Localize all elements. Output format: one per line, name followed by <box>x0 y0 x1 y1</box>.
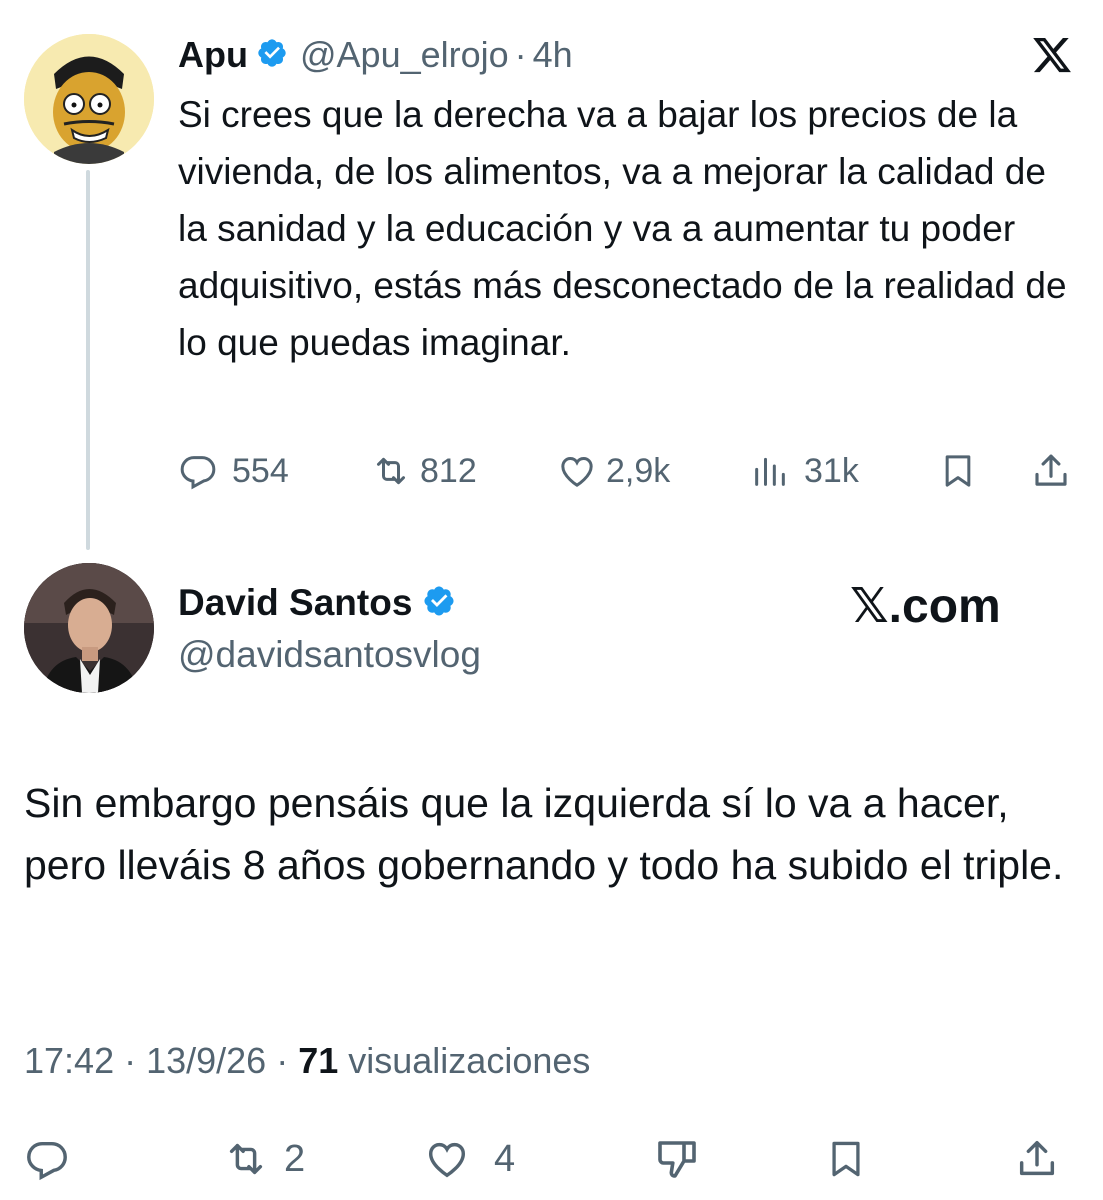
tweet-actions: 554 812 2,9k 31k <box>178 446 1078 496</box>
retweet-count: 812 <box>420 451 477 490</box>
retweet-button[interactable]: 2 <box>220 1136 305 1182</box>
share-button[interactable] <box>1030 450 1072 492</box>
separator: · <box>514 34 527 75</box>
bookmark-button[interactable] <box>824 1135 868 1183</box>
like-count: 4 <box>494 1137 516 1180</box>
views-icon <box>750 451 790 491</box>
handle[interactable]: @davidsantosvlog <box>178 634 481 676</box>
tweet-timestamp-row: 17:42 · 13/9/26 · 71 visualizaciones <box>24 1040 590 1082</box>
heart-icon <box>556 451 598 491</box>
like-count: 2,9k <box>606 451 671 490</box>
retweet-icon <box>368 451 414 491</box>
reply-icon <box>178 451 218 491</box>
thread-connector-line <box>86 170 90 550</box>
verified-badge-icon <box>256 37 288 74</box>
thumbs-down-icon <box>652 1135 702 1183</box>
tweet-text: Si crees que la derecha va a bajar los p… <box>178 94 1067 363</box>
like-button[interactable]: 4 <box>422 1136 515 1182</box>
reply-count: 554 <box>232 451 289 490</box>
reply-actions: 2 4 <box>24 1132 1084 1186</box>
timestamp[interactable]: 17:42 · 13/9/26 · <box>24 1040 288 1081</box>
share-icon <box>1030 450 1072 492</box>
reply-text: Sin embargo pensáis que la izquierda sí … <box>24 780 1064 888</box>
retweet-count: 2 <box>284 1137 306 1180</box>
retweet-button[interactable]: 812 <box>368 451 477 491</box>
watermark: 𝕏.com <box>850 580 1001 633</box>
share-icon <box>1014 1135 1060 1183</box>
views-button[interactable]: 31k <box>750 451 859 491</box>
david-avatar-image <box>24 563 154 693</box>
views-count: 71 <box>298 1040 339 1081</box>
apu-avatar-image <box>24 34 154 164</box>
avatar[interactable] <box>24 563 154 693</box>
reply-button[interactable] <box>24 1136 70 1182</box>
share-button[interactable] <box>1014 1135 1060 1183</box>
avatar[interactable] <box>24 34 154 164</box>
reply-button[interactable]: 554 <box>178 451 289 491</box>
time-ago[interactable]: 4h <box>533 34 573 76</box>
retweet-icon <box>220 1136 272 1182</box>
display-name[interactable]: Apu <box>178 34 248 76</box>
views-label: visualizaciones <box>348 1040 591 1081</box>
heart-icon <box>422 1136 472 1182</box>
like-button[interactable]: 2,9k <box>556 451 670 491</box>
bookmark-icon <box>938 450 978 492</box>
bookmark-button[interactable] <box>938 450 978 492</box>
dislike-button[interactable] <box>652 1135 702 1183</box>
tweet-header: Apu @Apu_elrojo · 4h <box>178 32 573 78</box>
verified-badge-icon <box>422 584 456 623</box>
display-name[interactable]: David Santos <box>178 582 412 624</box>
bookmark-icon <box>824 1135 868 1183</box>
x-logo-icon[interactable] <box>1030 34 1074 76</box>
reply-header-name-row: David Santos <box>178 580 456 626</box>
views-count: 31k <box>804 451 859 490</box>
handle[interactable]: @Apu_elrojo <box>300 34 509 76</box>
reply-icon <box>24 1136 70 1182</box>
